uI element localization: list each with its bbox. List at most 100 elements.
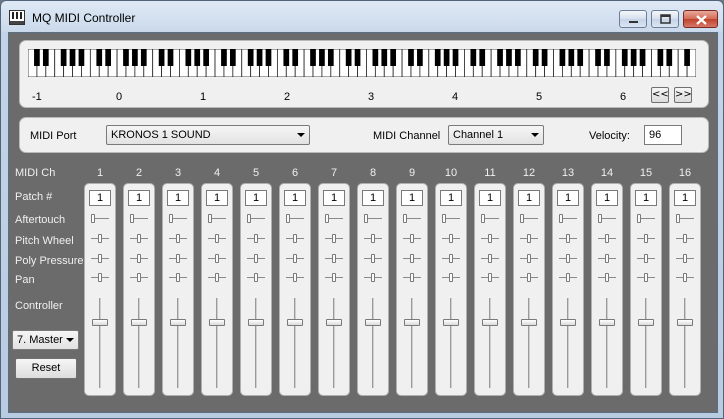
controller-slider[interactable] xyxy=(636,298,656,388)
aftertouch-slider[interactable] xyxy=(208,214,226,223)
poly-pressure-slider[interactable] xyxy=(208,254,226,263)
slider-thumb[interactable] xyxy=(254,234,258,243)
patch-input[interactable]: 1 xyxy=(323,190,345,206)
slider-thumb[interactable] xyxy=(482,318,498,326)
aftertouch-slider[interactable] xyxy=(481,214,499,223)
midi-channel-select[interactable]: Channel 1 xyxy=(448,125,544,145)
patch-input[interactable]: 1 xyxy=(362,190,384,206)
slider-thumb[interactable] xyxy=(215,234,219,243)
black-key[interactable] xyxy=(140,49,147,66)
poly-pressure-slider[interactable] xyxy=(403,254,421,263)
slider-thumb[interactable] xyxy=(208,214,212,223)
slider-thumb[interactable] xyxy=(371,254,375,263)
slider-thumb[interactable] xyxy=(443,318,459,326)
black-key[interactable] xyxy=(515,49,521,66)
pitch-wheel-slider[interactable] xyxy=(403,234,421,243)
black-key[interactable] xyxy=(532,49,539,66)
poly-pressure-slider[interactable] xyxy=(130,254,148,263)
pan-slider[interactable] xyxy=(481,273,499,282)
black-key[interactable] xyxy=(34,49,40,66)
patch-input[interactable]: 1 xyxy=(518,190,540,206)
slider-thumb[interactable] xyxy=(332,254,336,263)
slider-thumb[interactable] xyxy=(215,254,219,263)
pitch-wheel-slider[interactable] xyxy=(481,234,499,243)
slider-thumb[interactable] xyxy=(683,234,687,243)
patch-input[interactable]: 1 xyxy=(89,190,111,206)
black-key[interactable] xyxy=(345,49,352,66)
close-button[interactable] xyxy=(683,10,718,28)
slider-thumb[interactable] xyxy=(527,273,531,282)
slider-thumb[interactable] xyxy=(332,273,336,282)
black-key[interactable] xyxy=(105,49,112,66)
slider-thumb[interactable] xyxy=(130,214,134,223)
black-key[interactable] xyxy=(684,49,690,66)
black-key[interactable] xyxy=(666,49,673,66)
aftertouch-slider[interactable] xyxy=(130,214,148,223)
slider-thumb[interactable] xyxy=(637,214,641,223)
patch-input[interactable]: 1 xyxy=(167,190,189,206)
slider-thumb[interactable] xyxy=(449,254,453,263)
pitch-wheel-slider[interactable] xyxy=(130,234,148,243)
slider-thumb[interactable] xyxy=(676,214,680,223)
minimize-button[interactable] xyxy=(619,10,647,28)
poly-pressure-slider[interactable] xyxy=(325,254,343,263)
slider-thumb[interactable] xyxy=(560,318,576,326)
pan-slider[interactable] xyxy=(286,273,304,282)
poly-pressure-slider[interactable] xyxy=(91,254,109,263)
slider-thumb[interactable] xyxy=(566,273,570,282)
pitch-wheel-slider[interactable] xyxy=(364,234,382,243)
slider-thumb[interactable] xyxy=(98,273,102,282)
slider-thumb[interactable] xyxy=(176,254,180,263)
slider-thumb[interactable] xyxy=(605,234,609,243)
black-key[interactable] xyxy=(123,49,129,66)
controller-slider[interactable] xyxy=(597,298,617,388)
aftertouch-slider[interactable] xyxy=(559,214,577,223)
slider-thumb[interactable] xyxy=(644,254,648,263)
black-key[interactable] xyxy=(434,49,441,66)
pan-slider[interactable] xyxy=(169,273,187,282)
slider-thumb[interactable] xyxy=(170,318,186,326)
controller-slider[interactable] xyxy=(558,298,578,388)
black-key[interactable] xyxy=(327,49,334,66)
black-key[interactable] xyxy=(203,49,209,66)
slider-thumb[interactable] xyxy=(137,254,141,263)
pan-slider[interactable] xyxy=(364,273,382,282)
slider-thumb[interactable] xyxy=(449,234,453,243)
octave-up-button[interactable]: >> xyxy=(674,87,692,103)
midi-port-select[interactable]: KRONOS 1 SOUND xyxy=(106,125,310,145)
slider-thumb[interactable] xyxy=(520,214,524,223)
black-key[interactable] xyxy=(595,49,601,66)
maximize-button[interactable] xyxy=(651,10,679,28)
poly-pressure-slider[interactable] xyxy=(520,254,538,263)
slider-thumb[interactable] xyxy=(677,318,693,326)
slider-thumb[interactable] xyxy=(404,318,420,326)
slider-thumb[interactable] xyxy=(527,234,531,243)
controller-slider[interactable] xyxy=(480,298,500,388)
reset-button[interactable]: Reset xyxy=(15,358,77,379)
black-key[interactable] xyxy=(185,49,192,66)
controller-select[interactable]: 7. Master xyxy=(12,330,79,350)
black-key[interactable] xyxy=(443,49,450,66)
pitch-wheel-slider[interactable] xyxy=(559,234,577,243)
controller-slider[interactable] xyxy=(675,298,695,388)
pan-slider[interactable] xyxy=(637,273,655,282)
patch-input[interactable]: 1 xyxy=(596,190,618,206)
octave-down-button[interactable]: << xyxy=(651,87,669,103)
slider-thumb[interactable] xyxy=(326,318,342,326)
aftertouch-slider[interactable] xyxy=(286,214,304,223)
pan-slider[interactable] xyxy=(403,273,421,282)
black-key[interactable] xyxy=(657,49,664,66)
slider-thumb[interactable] xyxy=(605,254,609,263)
slider-thumb[interactable] xyxy=(566,254,570,263)
slider-thumb[interactable] xyxy=(644,273,648,282)
poly-pressure-slider[interactable] xyxy=(637,254,655,263)
slider-thumb[interactable] xyxy=(325,214,329,223)
black-key[interactable] xyxy=(639,49,646,66)
poly-pressure-slider[interactable] xyxy=(247,254,265,263)
black-key[interactable] xyxy=(283,49,290,66)
aftertouch-slider[interactable] xyxy=(325,214,343,223)
black-key[interactable] xyxy=(541,49,548,66)
black-key[interactable] xyxy=(292,49,299,66)
pan-slider[interactable] xyxy=(442,273,460,282)
black-key[interactable] xyxy=(132,49,138,66)
